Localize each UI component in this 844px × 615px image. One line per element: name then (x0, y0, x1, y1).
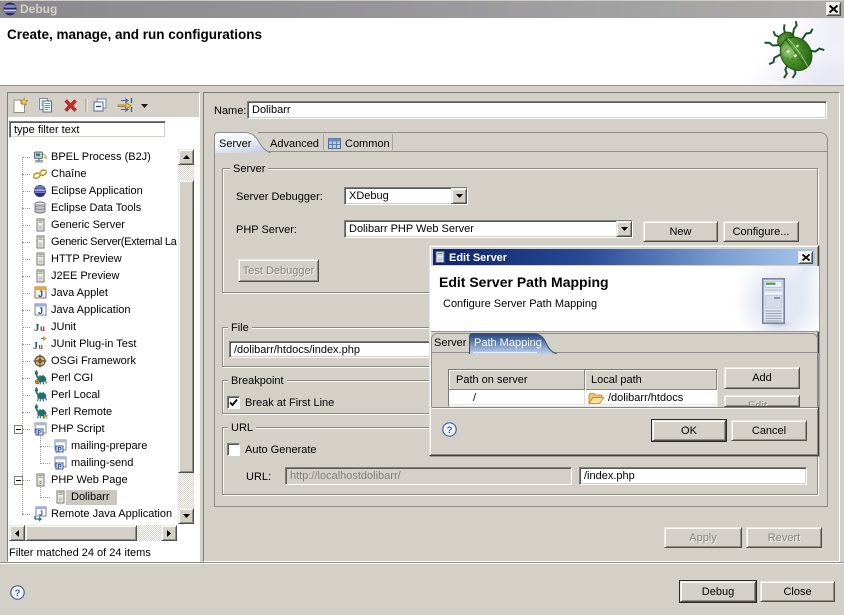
svg-text:J: J (39, 511, 43, 518)
svg-text:R: R (44, 415, 49, 420)
svg-text:J: J (38, 306, 43, 316)
svg-text:J: J (33, 341, 38, 352)
svg-text:P: P (57, 464, 62, 471)
svg-text:u: u (40, 323, 45, 333)
svg-text:u: u (39, 342, 44, 351)
svg-text:J: J (38, 289, 43, 299)
svg-text:?: ? (15, 588, 21, 599)
svg-text:?: ? (447, 425, 453, 436)
svg-text:P: P (57, 447, 62, 454)
